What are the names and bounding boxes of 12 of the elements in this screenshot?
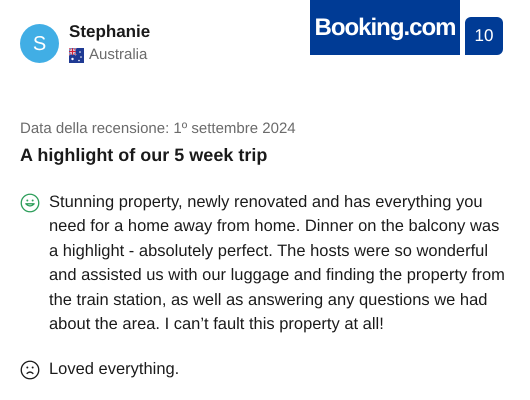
flag-icon	[69, 48, 84, 63]
reviewer-name: Stephanie	[69, 21, 150, 43]
positive-comment: Stunning property, newly renovated and has everything you need for a home away from home. Dinner on the balcony was a highlight - absolutely perfect. The hosts were so wonderful and assisted us with our luggage and finding the property from the train station, as well as answering any questions we had about the area. I can’t fault this property at all!	[49, 192, 505, 335]
score-badge: 10	[465, 17, 503, 55]
avatar: S	[20, 24, 59, 64]
review-date: Data della recensione: 1º settembre 2024	[20, 118, 297, 138]
review-title: A highlight of our 5 week trip	[20, 144, 268, 166]
negative-comment: Loved everything.	[49, 358, 180, 380]
smiley-face-icon	[20, 192, 40, 212]
frowning-face-icon	[20, 360, 40, 380]
country-label: Australia	[89, 45, 148, 65]
brand-logo: Booking.com	[310, 0, 460, 55]
